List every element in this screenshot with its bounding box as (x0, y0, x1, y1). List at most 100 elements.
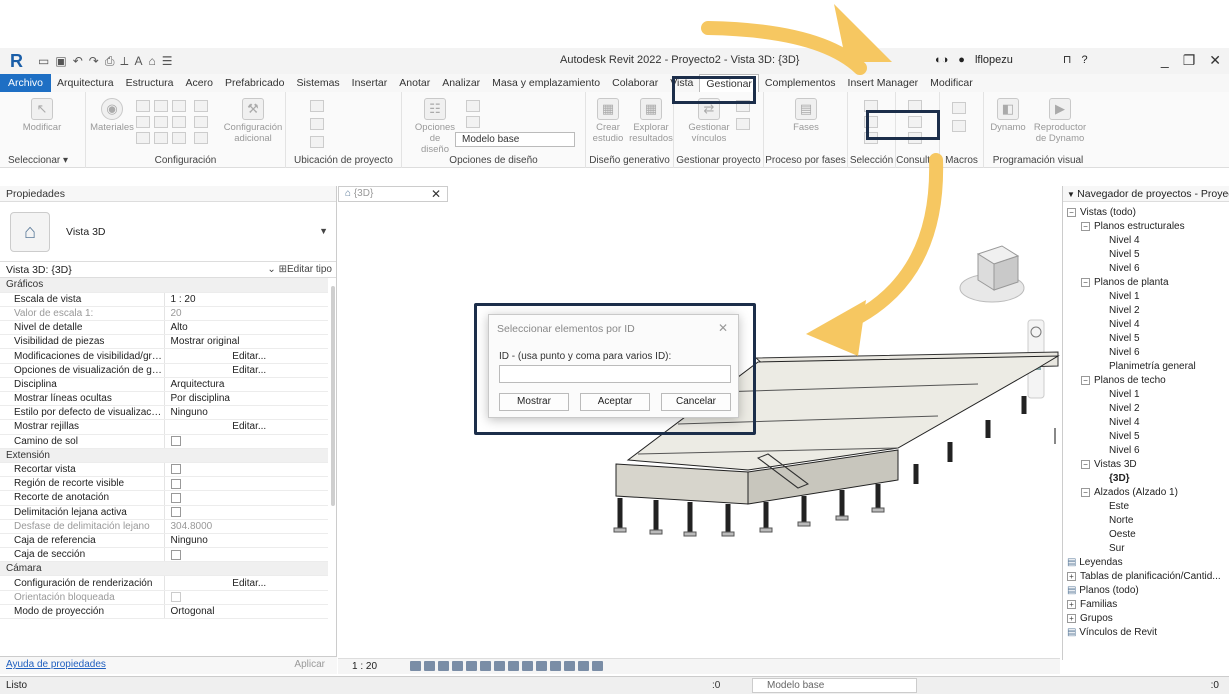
3d-view-icon[interactable]: ⌂ (148, 54, 155, 69)
property-section[interactable]: Extensión (0, 448, 328, 463)
browser-node[interactable]: Nivel 5 (1109, 248, 1140, 261)
snaps-icon[interactable] (154, 100, 168, 112)
property-value[interactable]: 1 : 20 (164, 292, 328, 307)
properties-scrollbar[interactable] (331, 286, 335, 506)
render-icon[interactable] (466, 661, 477, 671)
decal-types-icon[interactable] (736, 118, 750, 130)
open-icon[interactable]: ▭ (38, 54, 49, 69)
binoculars-icon[interactable]: ◐◑ (935, 54, 948, 66)
browser-node[interactable]: Norte (1109, 514, 1133, 527)
chevron-down-icon[interactable]: ▼ (319, 226, 328, 236)
property-checkbox[interactable] (164, 462, 328, 478)
units-icon[interactable] (172, 132, 186, 144)
expand-icon[interactable]: + (1067, 599, 1076, 609)
collapse-icon[interactable]: − (1067, 207, 1076, 217)
thin-lines-icon[interactable]: ☰ (162, 54, 173, 69)
properties-help-link[interactable]: Ayuda de propiedades (6, 659, 106, 670)
redo-icon[interactable]: ↷ (89, 54, 99, 69)
location-icon[interactable] (310, 100, 324, 112)
property-section[interactable]: Cámara (0, 561, 328, 577)
create-study-button[interactable]: ▦ Crear estudio (588, 98, 628, 144)
viewcube-icon[interactable] (959, 245, 1025, 303)
tab-complementos[interactable]: Complementos (759, 74, 842, 92)
property-edit-button[interactable]: Editar... (164, 419, 328, 435)
lock-view-icon[interactable] (508, 661, 519, 671)
property-value[interactable]: Arquitectura (164, 377, 328, 393)
cart-icon[interactable]: ⊓ (1063, 53, 1072, 66)
panel-schedules-icon[interactable] (194, 132, 208, 144)
property-checkbox[interactable] (164, 490, 328, 506)
browser-node[interactable]: Nivel 6 (1109, 262, 1140, 275)
checkbox[interactable] (170, 464, 181, 475)
design-options-button[interactable]: ☷ Opciones de diseño (412, 98, 458, 155)
property-value[interactable]: Mostrar original (164, 334, 328, 350)
transfer-standards-icon[interactable] (136, 132, 150, 144)
materials-button[interactable]: ◉ Materiales (90, 98, 134, 133)
save-icon[interactable]: ▣ (55, 54, 66, 69)
help-icon[interactable]: ? (1081, 54, 1087, 66)
browser-node[interactable]: Nivel 1 (1109, 290, 1140, 303)
expand-icon[interactable]: + (1067, 613, 1076, 623)
browser-node[interactable]: {3D} (1109, 472, 1130, 485)
browser-node[interactable]: − Alzados (Alzado 1) (1081, 486, 1178, 499)
property-checkbox[interactable] (164, 505, 328, 520)
type-selector[interactable]: ⌂ Vista 3D ▼ (0, 202, 336, 262)
highlight-displacement-icon[interactable] (592, 661, 603, 671)
user-name[interactable]: lflopezu (975, 54, 1013, 66)
browser-node[interactable]: − Vistas (todo) (1067, 206, 1136, 219)
project-params-icon[interactable] (136, 116, 150, 128)
collapse-icon[interactable]: − (1081, 375, 1090, 385)
browser-node[interactable]: ▤ Planos (todo) (1067, 584, 1139, 597)
browser-node[interactable]: Nivel 5 (1109, 332, 1140, 345)
tab-colaborar[interactable]: Colaborar (606, 74, 664, 92)
modify-button[interactable]: ↖ Modificar (14, 98, 70, 133)
collapse-icon[interactable]: − (1081, 221, 1090, 231)
browser-collapse-icon[interactable]: ▼ (1067, 190, 1077, 199)
browser-node[interactable]: Planimetría general (1109, 360, 1196, 373)
tab-prefabricado[interactable]: Prefabricado (219, 74, 291, 92)
global-params-icon[interactable] (172, 116, 186, 128)
reveal-hidden-icon[interactable] (536, 661, 547, 671)
constraints-icon[interactable] (578, 661, 589, 671)
detail-level-icon[interactable] (410, 661, 421, 671)
structural-settings-icon[interactable] (194, 100, 208, 112)
browser-node[interactable]: ▤ Vínculos de Revit (1067, 626, 1157, 639)
property-value[interactable]: Por disciplina (164, 391, 328, 407)
property-value[interactable]: Ninguno (164, 533, 328, 549)
tab-analizar[interactable]: Analizar (436, 74, 486, 92)
pick-to-edit-icon[interactable] (466, 116, 480, 128)
property-checkbox[interactable] (164, 476, 328, 492)
property-value[interactable]: Ortogonal (164, 604, 328, 620)
property-checkbox[interactable] (164, 547, 328, 563)
design-option-status[interactable]: Modelo base (752, 678, 917, 693)
property-section[interactable]: Gráficos (0, 278, 328, 293)
expand-icon[interactable]: + (1067, 571, 1076, 581)
browser-node[interactable]: Nivel 2 (1109, 402, 1140, 415)
property-value[interactable]: Ninguno (164, 405, 328, 421)
browser-node[interactable]: Nivel 4 (1109, 234, 1140, 247)
collapse-icon[interactable]: − (1081, 459, 1090, 469)
browser-node[interactable]: Nivel 6 (1109, 346, 1140, 359)
checkbox[interactable] (170, 549, 181, 560)
property-edit-button[interactable]: Editar... (164, 575, 328, 591)
checkbox[interactable] (170, 436, 181, 447)
dynamo-player-button[interactable]: ▶ Reproductor de Dynamo (1028, 98, 1092, 144)
browser-node[interactable]: Oeste (1109, 528, 1136, 541)
additional-settings-button[interactable]: ⚒ Configuración adicional (222, 98, 284, 144)
browser-node[interactable]: Este (1109, 500, 1129, 513)
browser-node[interactable]: Nivel 4 (1109, 318, 1140, 331)
browser-node[interactable]: − Planos de planta (1081, 276, 1169, 289)
view-tab-3d[interactable]: ⌂ {3D} ✕ (338, 186, 448, 202)
browser-node[interactable]: + Grupos (1067, 612, 1113, 625)
tab-insertar[interactable]: Insertar (346, 74, 394, 92)
shadows-icon[interactable] (452, 661, 463, 671)
browser-node[interactable]: − Vistas 3D (1081, 458, 1137, 471)
text-icon[interactable]: A (134, 54, 142, 69)
object-styles-icon[interactable] (136, 100, 150, 112)
project-info-icon[interactable] (172, 100, 186, 112)
property-edit-button[interactable]: Editar... (164, 363, 328, 378)
instance-name[interactable]: Vista 3D: {3D} (6, 264, 72, 276)
tab-modificar[interactable]: Modificar (924, 74, 979, 92)
crop-view-icon[interactable] (480, 661, 491, 671)
browser-node[interactable]: Nivel 6 (1109, 444, 1140, 457)
